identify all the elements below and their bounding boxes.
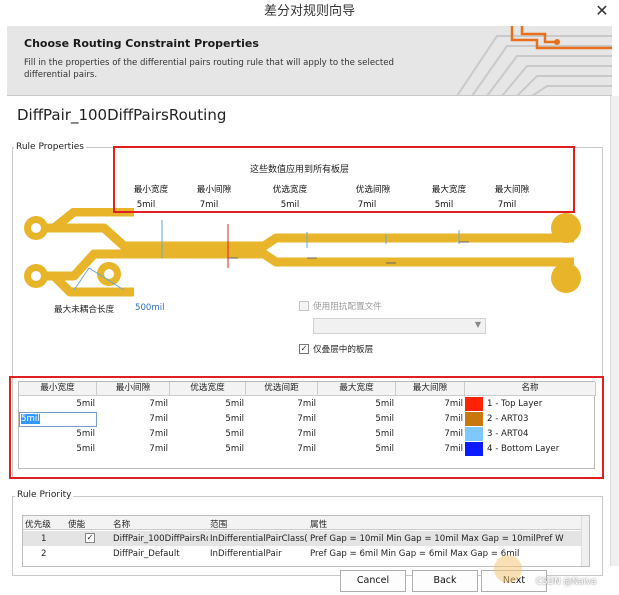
rule-properties-label: Rule Properties — [14, 142, 86, 152]
pref-width-label: 优选宽度 — [272, 185, 308, 195]
col-header-priority[interactable]: 优先级 — [25, 518, 51, 530]
col-header-scope[interactable]: 范围 — [210, 518, 227, 530]
use-impedance-label: 使用阻抗配置文件 — [313, 302, 382, 312]
col-header-attributes[interactable]: 属性 — [310, 518, 327, 530]
window-title: 差分对规则向导 — [0, 0, 619, 26]
back-button[interactable]: Back — [412, 570, 478, 592]
pref-gap-value[interactable]: 7mil — [347, 200, 387, 210]
pref-gap-label: 优选间隙 — [355, 185, 391, 195]
min-width-value[interactable]: 5mil — [126, 200, 166, 210]
use-impedance-checkbox[interactable] — [299, 301, 309, 311]
priority-vscroll[interactable] — [581, 516, 589, 566]
row-priority: 2 — [41, 549, 47, 559]
min-gap-label: 最小间隙 — [196, 185, 232, 195]
diff-pair-diagram — [24, 208, 581, 297]
row-enabled-checkbox[interactable]: ✓ — [85, 533, 95, 543]
max-gap-value[interactable]: 7mil — [487, 200, 527, 210]
col-header-enabled[interactable]: 使能 — [68, 518, 85, 530]
min-gap-value[interactable]: 7mil — [189, 200, 229, 210]
max-uncoupled-label: 最大未耦合长度 — [54, 305, 115, 315]
row-scope: InDifferentialPair — [210, 549, 282, 559]
page-description: Fill in the properties of the differenti… — [24, 58, 394, 80]
watermark: CSDN @Naiva — [536, 577, 597, 587]
row-attributes: Pref Gap = 10mil Min Gap = 10mil Max Gap… — [310, 534, 564, 544]
max-width-label: 最大宽度 — [431, 185, 467, 195]
layer-table-highlight — [9, 376, 604, 479]
row-name: DiffPair_100DiffPairsRc — [113, 534, 208, 544]
row-priority: 1 — [41, 534, 47, 544]
stacked-layers-checkbox[interactable]: ✓ — [299, 344, 309, 354]
scrollbar[interactable] — [610, 96, 619, 566]
all-layers-note: 这些数值应用到所有板层 — [250, 165, 350, 175]
pref-width-value[interactable]: 5mil — [270, 200, 310, 210]
col-header-name[interactable]: 名称 — [113, 518, 130, 530]
page-title: Choose Routing Constraint Properties — [24, 37, 259, 50]
row-name: DiffPair_Default — [113, 549, 180, 559]
min-width-label: 最小宽度 — [133, 185, 169, 195]
cursor-highlight — [494, 555, 522, 583]
row-scope: InDifferentialPairClass( — [210, 534, 308, 544]
priority-header-row — [23, 516, 589, 530]
max-gap-label: 最大间隙 — [494, 185, 530, 195]
max-uncoupled-value[interactable]: 500mil — [135, 303, 165, 313]
cancel-button[interactable]: Cancel — [340, 570, 406, 592]
pcb-header-art — [456, 26, 612, 95]
rule-priority-label: Rule Priority — [15, 490, 74, 500]
row-attributes: Pref Gap = 6mil Min Gap = 6mil Max Gap =… — [310, 549, 520, 559]
rule-name-field[interactable]: DiffPair_100DiffPairsRouting — [17, 106, 226, 124]
max-width-value[interactable]: 5mil — [424, 200, 464, 210]
chevron-down-icon: ▼ — [474, 320, 481, 329]
wizard-header: Choose Routing Constraint Properties Fil… — [7, 26, 612, 96]
impedance-profile-select[interactable]: ▼ — [313, 318, 486, 334]
stacked-layers-label: 仅叠层中的板层 — [313, 345, 374, 355]
close-icon[interactable]: ✕ — [585, 0, 619, 24]
